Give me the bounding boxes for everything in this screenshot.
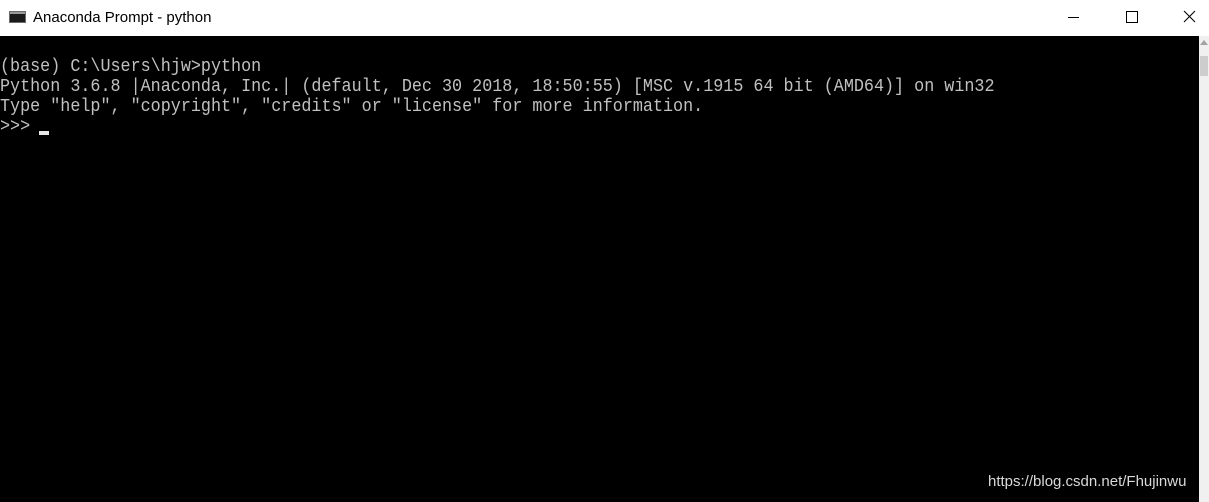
console-icon (9, 11, 26, 23)
console-line: Python 3.6.8 |Anaconda, Inc.| (default, … (0, 77, 995, 97)
console-prompt: >>> (0, 117, 41, 137)
console-line: (base) C:\Users\hjw>python (0, 57, 262, 77)
close-icon (1183, 10, 1196, 23)
console-line: Type "help", "copyright", "credits" or "… (0, 97, 704, 117)
watermark-text: https://blog.csdn.net/Fhujinwu (988, 473, 1187, 490)
window-title: Anaconda Prompt - python (33, 9, 212, 26)
maximize-button[interactable] (1104, 0, 1158, 36)
console-output[interactable]: (base) C:\Users\hjw>python Python 3.6.8 … (0, 36, 1199, 502)
minimize-button[interactable] (1048, 0, 1102, 36)
console-window: Anaconda Prompt - python (base) C:\Users… (0, 0, 1209, 502)
text-cursor (39, 131, 49, 135)
vertical-scrollbar[interactable] (1199, 36, 1209, 502)
minimize-icon (1068, 17, 1079, 18)
close-button[interactable] (1159, 0, 1209, 36)
scroll-thumb[interactable] (1200, 56, 1208, 76)
scroll-up-arrow-icon[interactable] (1200, 40, 1208, 45)
maximize-icon (1126, 11, 1138, 23)
title-bar[interactable]: Anaconda Prompt - python (0, 0, 1209, 36)
